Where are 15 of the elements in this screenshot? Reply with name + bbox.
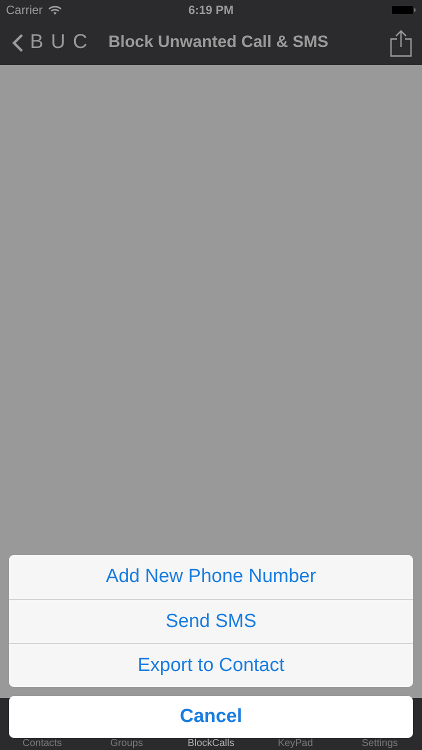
clock-time: 6:19 PM bbox=[188, 3, 234, 17]
wifi-icon bbox=[48, 5, 62, 15]
tab-label[interactable]: BlockCalls bbox=[168, 738, 254, 750]
chevron-icon bbox=[12, 32, 24, 52]
carrier-label: Carrier bbox=[6, 3, 43, 17]
back-button[interactable]: B U C bbox=[12, 31, 88, 54]
tab-label[interactable]: Contacts bbox=[0, 738, 84, 750]
tab-label[interactable]: Groups bbox=[84, 738, 169, 750]
action-button[interactable]: Export to Contact bbox=[9, 643, 413, 687]
nav-title: Block Unwanted Call & SMS bbox=[108, 33, 328, 52]
share-icon[interactable] bbox=[390, 28, 412, 56]
battery-icon bbox=[392, 5, 416, 15]
cancel-button[interactable]: Cancel bbox=[9, 696, 413, 738]
tab-label[interactable]: KeyPad bbox=[253, 738, 338, 750]
tab-label[interactable]: Settings bbox=[338, 738, 422, 750]
